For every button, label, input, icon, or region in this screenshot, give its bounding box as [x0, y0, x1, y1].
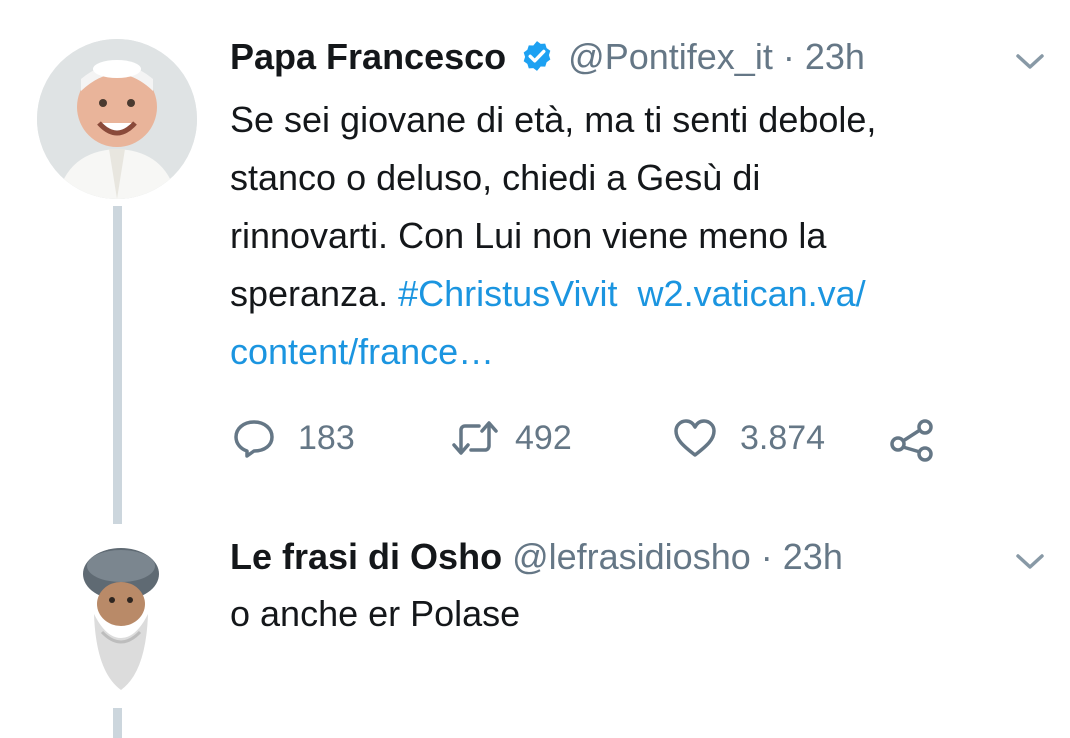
- tweet-header: Papa Francesco @Pontifex_it · 23h: [230, 35, 865, 83]
- tweet-text-line: Se sei giovane di età, ma ti senti debol…: [230, 99, 877, 140]
- thread-line-bottom: [113, 708, 122, 738]
- timestamp[interactable]: 23h: [783, 536, 843, 577]
- url-link-continued[interactable]: content/france…: [230, 331, 494, 372]
- separator-dot: ·: [760, 536, 773, 577]
- reply-count: 183: [298, 418, 355, 457]
- reply-button[interactable]: 183: [232, 418, 355, 458]
- reply-icon: [234, 420, 274, 458]
- share-button[interactable]: [888, 418, 936, 462]
- avatar[interactable]: [37, 39, 197, 199]
- heart-icon: [674, 419, 716, 457]
- timestamp[interactable]: 23h: [805, 36, 865, 77]
- tweet-text: o anche er Polase: [230, 593, 521, 634]
- thread-line-top: [113, 206, 122, 524]
- tweet-text-line: rinnovarti. Con Lui non viene meno la: [230, 215, 827, 256]
- tweet-text-line: content/france…: [230, 323, 876, 381]
- verified-badge-icon: [520, 39, 554, 83]
- tweet-text-line: speranza. #ChristusVivit w2.vatican.va/: [230, 265, 876, 323]
- chevron-down-icon[interactable]: [1014, 552, 1046, 577]
- like-count: 3.874: [740, 418, 826, 457]
- chevron-down-icon[interactable]: [1014, 52, 1046, 77]
- avatar-portrait-icon: [76, 542, 166, 700]
- tweet-text-line: stanco o deluso, chiedi a Gesù di: [230, 157, 761, 198]
- tweet-header: Le frasi di Osho @lefrasidiosho · 23h: [230, 535, 843, 579]
- tweet-text-fragment: speranza.: [230, 273, 399, 314]
- author-name[interactable]: Papa Francesco: [230, 36, 506, 77]
- tweet-text: Se sei giovane di età, ma ti senti debol…: [230, 91, 876, 381]
- author-handle[interactable]: @lefrasidiosho: [512, 536, 751, 577]
- separator-dot: ·: [782, 36, 795, 77]
- retweet-count: 492: [515, 418, 572, 457]
- url-link[interactable]: w2.vatican.va/: [638, 273, 866, 314]
- avatar[interactable]: [76, 542, 166, 700]
- avatar-portrait-icon: [37, 39, 197, 199]
- author-handle[interactable]: @Pontifex_it: [568, 36, 773, 77]
- author-name[interactable]: Le frasi di Osho: [230, 536, 502, 577]
- share-icon: [890, 419, 933, 462]
- like-button[interactable]: 3.874: [672, 418, 825, 458]
- retweet-icon: [452, 421, 498, 455]
- retweet-button[interactable]: 492: [451, 418, 572, 458]
- hashtag-link[interactable]: #ChristusVivit: [398, 273, 617, 314]
